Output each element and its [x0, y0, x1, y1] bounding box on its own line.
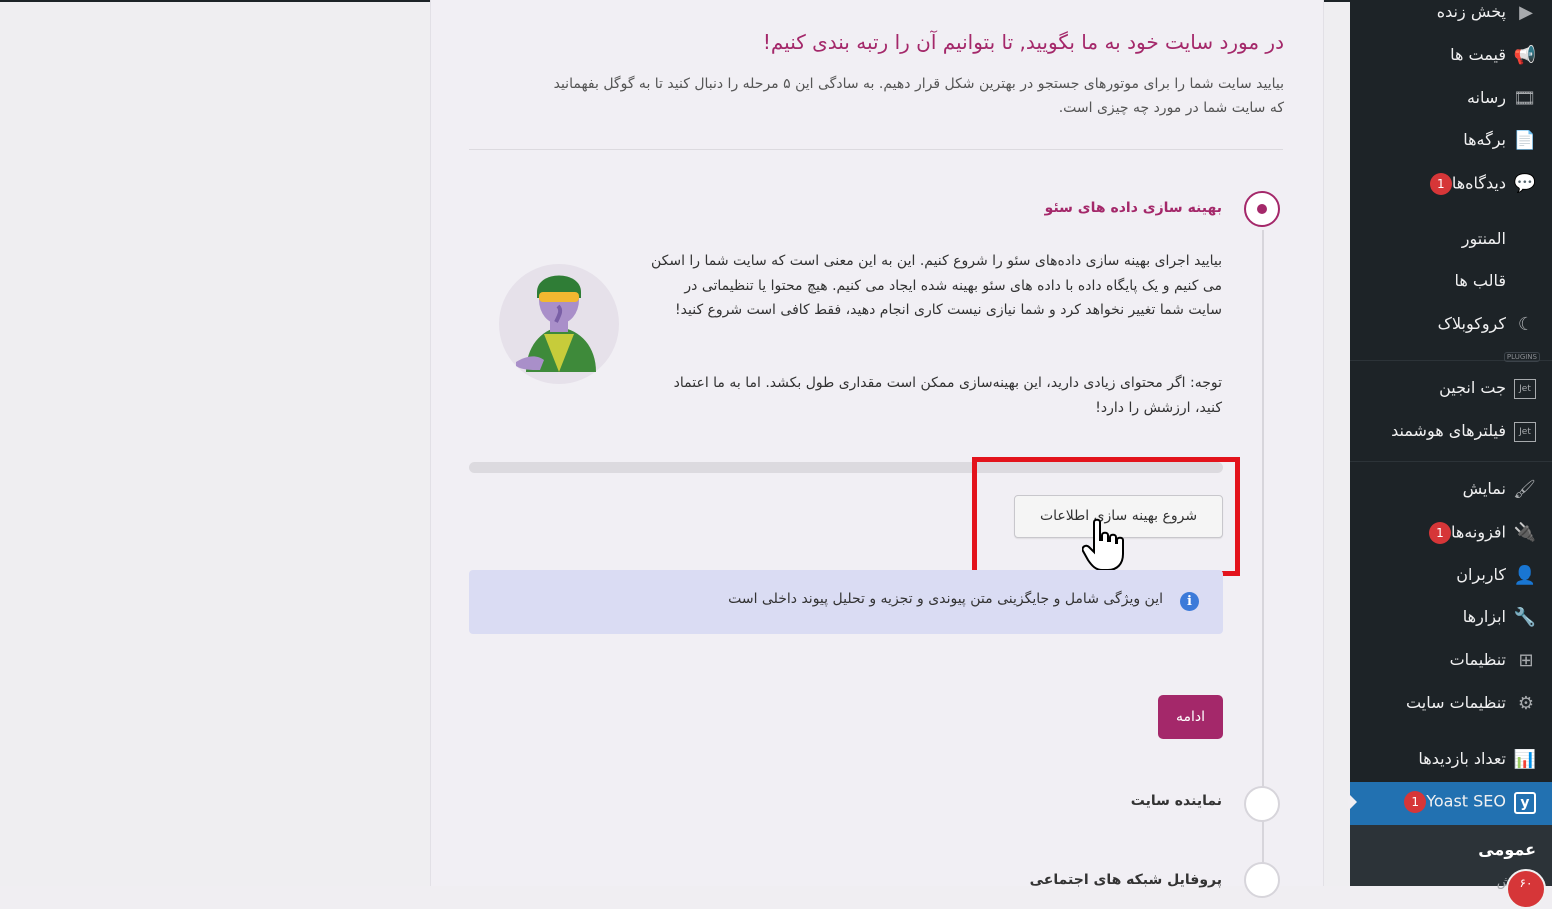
wrench-icon: 🔧	[1513, 607, 1536, 628]
menu-label: برگه‌ها	[1463, 130, 1506, 149]
menu-label: کروکوبلاک	[1437, 314, 1506, 333]
count-badge: 1	[1429, 173, 1452, 195]
menu-item-crocoblock[interactable]: ☾ کروکوبلاک	[1350, 305, 1552, 345]
gear-icon: ⚙	[1517, 693, 1535, 714]
menu-item-yoast-seo[interactable]: y Yoast SEO1	[1348, 782, 1552, 825]
hand-cursor-icon	[1082, 518, 1124, 571]
menu-item-visit-stats[interactable]: 📊 تعداد بازدیدها	[1350, 740, 1552, 780]
divider	[469, 149, 1283, 150]
menu-item-templates[interactable]: قالب ها	[1350, 262, 1552, 302]
step-1-indicator[interactable]	[1244, 191, 1280, 227]
info-notice: i این ویژگی شامل و جایگزینی متن پیوندی و…	[469, 570, 1223, 634]
menu-label: جت انجین	[1439, 378, 1506, 397]
menu-item-appearance[interactable]: 🖌 نمایش	[1350, 470, 1552, 510]
count-badge: 1	[1429, 522, 1451, 544]
menu-item-users[interactable]: 👤 کاربران	[1350, 556, 1552, 596]
yoast-icon: y	[1514, 792, 1536, 814]
step-1-description: بیایید اجرای بهینه سازی داده‌های سئو را …	[650, 253, 1222, 318]
menu-label: دیدگاه‌ها1	[1424, 173, 1506, 195]
step-1-note: توجه: اگر محتوای زیادی دارید، این بهینه‌…	[673, 375, 1222, 416]
user-icon: 👤	[1513, 565, 1536, 586]
media-icon: 🎞	[1513, 88, 1536, 109]
menu-label: نمایش	[1462, 479, 1506, 498]
brush-icon: 🖌	[1513, 479, 1536, 500]
menu-item-comments[interactable]: 💬 دیدگاه‌ها1	[1350, 164, 1552, 204]
menu-item-smart-filters[interactable]: Jet فیلترهای هوشمند	[1350, 412, 1552, 452]
menu-label-text: افزونه‌ها	[1451, 522, 1506, 542]
menu-item-site-settings[interactable]: ⚙ تنظیمات سایت	[1350, 684, 1552, 724]
menu-item-prices[interactable]: 📢 قیمت ها	[1350, 36, 1552, 76]
pages-icon: 📄	[1513, 130, 1536, 151]
info-text: این ویژگی شامل و جایگزینی متن پیوندی و ت…	[728, 591, 1163, 607]
page-title: در مورد سایت خود به ما بگویید, تا بتوانی…	[762, 30, 1284, 54]
step-2-title[interactable]: نماینده سایت	[1131, 793, 1222, 809]
menu-label: Yoast SEO1	[1398, 791, 1506, 813]
yoast-submenu: عمومی داش ۶۰	[1350, 825, 1552, 909]
plugin-icon: 🔌	[1513, 522, 1536, 543]
crocoblock-icon: ☾	[1517, 314, 1535, 335]
menu-label: کاربران	[1456, 565, 1506, 584]
menu-label: قالب ها	[1454, 271, 1506, 290]
step-2-indicator[interactable]	[1244, 786, 1280, 822]
count-badge: 1	[1404, 791, 1427, 813]
menu-label: تنظیمات سایت	[1406, 693, 1506, 712]
right-gap	[1322, 0, 1350, 886]
menu-label: ابزارها	[1462, 607, 1506, 626]
menu-label: المنتور	[1461, 229, 1506, 248]
menu-label: تعداد بازدیدها	[1418, 749, 1506, 768]
count-badge: ۶۰	[1506, 869, 1546, 909]
submenu-item-general[interactable]: عمومی	[1478, 840, 1536, 859]
menu-item-settings[interactable]: ⊞ تنظیمات	[1350, 641, 1552, 681]
menu-label: پخش زنده	[1436, 2, 1506, 21]
menu-label-text: Yoast SEO	[1426, 791, 1506, 811]
menu-label-text: دیدگاه‌ها	[1451, 173, 1506, 193]
menu-item-media[interactable]: 🎞 رسانه	[1350, 79, 1552, 119]
megaphone-icon: 📢	[1513, 45, 1536, 66]
menu-item-jetengine[interactable]: Jet جت انجین	[1350, 369, 1552, 409]
step-3-indicator[interactable]	[1244, 862, 1280, 898]
menu-label: تنظیمات	[1449, 650, 1506, 669]
left-background	[0, 0, 430, 886]
settings-icon: ⊞	[1518, 650, 1534, 671]
menu-label: فیلترهای هوشمند	[1391, 421, 1506, 440]
step-1-title[interactable]: بهینه سازی داده های سئو	[1045, 200, 1222, 216]
admin-sidebar: ▶ پخش زنده 📢 قیمت ها 🎞 رسانه 📄 برگه‌ها 💬…	[1348, 0, 1552, 909]
info-icon: i	[1180, 592, 1199, 611]
bar-chart-icon: 📊	[1513, 749, 1536, 770]
play-icon: ▶	[1519, 2, 1533, 23]
jet-icon: Jet	[1514, 379, 1536, 399]
menu-label: رسانه	[1466, 88, 1506, 107]
sidebar-divider	[1350, 461, 1552, 462]
menu-item-tools[interactable]: 🔧 ابزارها	[1350, 598, 1552, 638]
main-panel	[430, 0, 1324, 886]
menu-label: قیمت ها	[1450, 45, 1506, 64]
current-indicator	[1348, 793, 1357, 811]
menu-label: افزونه‌ها1	[1423, 522, 1506, 544]
plugins-tag: PLUGINS	[1503, 352, 1540, 362]
page-intro: بیایید سایت شما را برای موتورهای جستجو د…	[553, 76, 1284, 116]
menu-item-elementor[interactable]: المنتور	[1350, 220, 1552, 260]
jet-icon: Jet	[1514, 422, 1536, 442]
continue-button[interactable]: ادامه	[1158, 695, 1223, 739]
menu-item-plugins[interactable]: 🔌 افزونه‌ها1	[1350, 513, 1552, 553]
menu-item-pages[interactable]: 📄 برگه‌ها	[1350, 121, 1552, 161]
comments-icon: 💬	[1513, 173, 1536, 194]
menu-item-live[interactable]: ▶ پخش زنده	[1350, 0, 1552, 33]
mascot-illustration	[499, 264, 619, 384]
